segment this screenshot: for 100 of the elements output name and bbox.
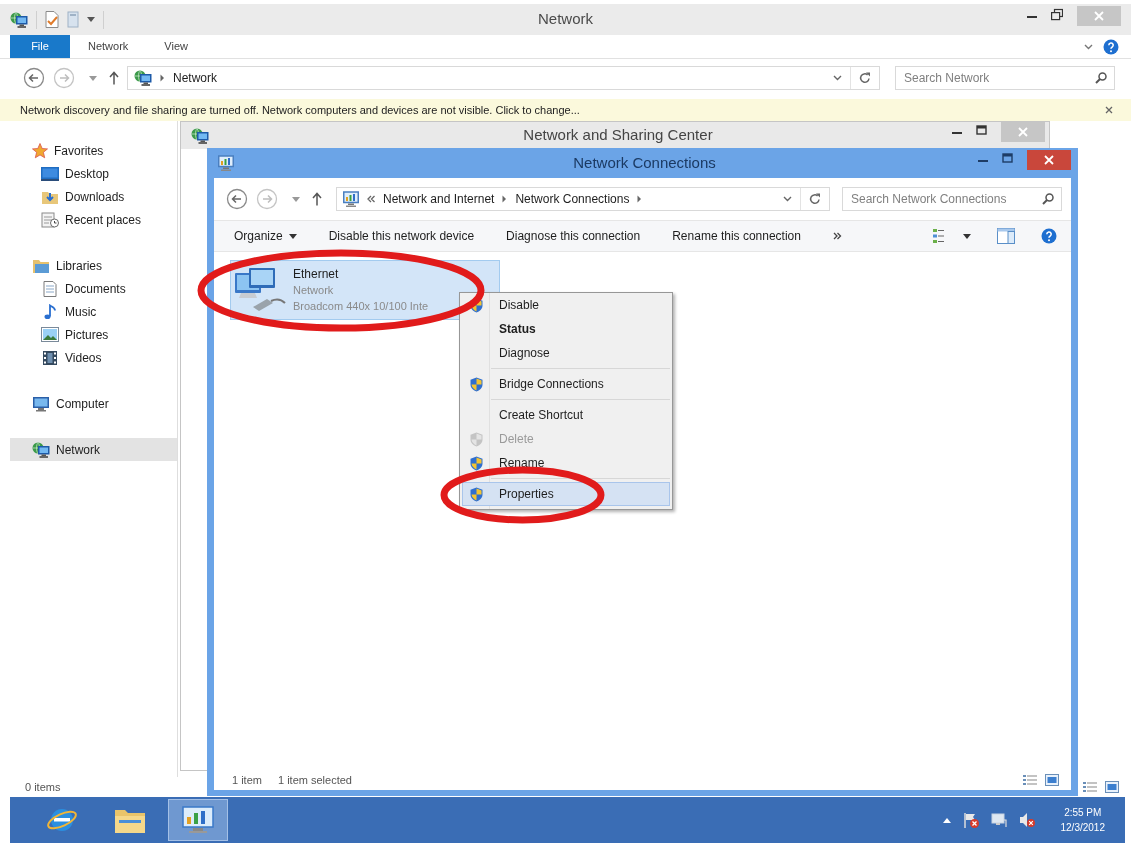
desktop-icon [41,166,59,181]
ribbon-tab[interactable]: Network [70,35,147,58]
chevron-down-icon[interactable] [1084,43,1093,50]
close-icon [1018,127,1028,137]
nav-item[interactable]: Videos [10,346,177,369]
flag-alert-icon[interactable] [962,812,979,828]
large-icons-view-icon[interactable] [1105,781,1119,793]
nav-item[interactable]: Computer [10,392,177,415]
help-icon[interactable] [1041,228,1057,244]
clock-time[interactable]: 2:55 PM [1064,805,1102,820]
address-bar[interactable]: Network [127,66,880,90]
ribbon-tab[interactable]: View [146,35,206,58]
connection-name: Ethernet [293,266,340,282]
film-icon [41,349,59,366]
search-field[interactable]: Search Network [895,66,1115,90]
refresh-icon[interactable] [859,72,871,84]
menu-item[interactable]: Create Shortcut [462,403,670,427]
breadcrumb-item[interactable]: Network and Internet [383,190,495,208]
search-field[interactable]: Search Network Connections [842,187,1062,211]
caret-icon[interactable] [963,233,971,239]
close-icon[interactable] [1105,106,1113,114]
close-button[interactable] [1027,150,1071,170]
ribbon-tab[interactable]: File [10,35,70,58]
monitor-icon[interactable] [990,812,1007,828]
document-check-icon[interactable] [45,11,59,28]
toolbar-command[interactable]: Rename this connection [672,227,801,245]
details-view-icon[interactable] [1083,781,1097,793]
menu-item[interactable]: Diagnose [462,341,670,365]
chevron-down-icon[interactable] [783,196,792,202]
shield-icon [469,486,483,502]
up-arrow-icon[interactable] [109,71,119,85]
details-view-icon[interactable] [1023,774,1037,786]
chevron-down-icon[interactable] [833,75,842,81]
status-text: 1 item [232,772,262,788]
menu-item[interactable]: Bridge Connections [462,372,670,396]
status-text: 1 item selected [277,772,352,788]
taskbar-app[interactable] [168,799,228,841]
chevron-right-icon [502,195,508,203]
monitor-icon [32,395,50,412]
chevron-up-icon[interactable] [942,817,951,823]
address-bar[interactable]: Network and Internet Network Connections [336,187,830,211]
search-icon [1095,72,1107,84]
nav-item[interactable]: Music [10,300,177,323]
close-icon [1094,11,1104,21]
control-panel-icon [218,155,234,171]
speaker-muted-icon[interactable] [1018,812,1035,828]
status-text: 0 items [25,779,61,795]
back-icon[interactable] [23,67,45,89]
network-icon [134,70,152,86]
menu-item[interactable]: Status [462,317,670,341]
nav-item[interactable]: Documents [10,277,177,300]
window-title: Network Connections [573,152,716,173]
menu-item[interactable]: Rename [462,451,670,475]
nav-item[interactable]: Pictures [10,323,177,346]
large-icons-view-icon[interactable] [1045,774,1059,786]
connection-device: Broadcom 440x 10/100 Inte [293,299,429,314]
nav-item[interactable]: Libraries [10,254,177,277]
nav-item[interactable]: Favorites [10,139,177,162]
shield-icon [469,376,483,392]
toolbar-command[interactable]: Organize [234,227,297,245]
picture-icon [41,327,59,342]
toolbar-command[interactable]: Disable this network device [328,227,475,245]
breadcrumb-item[interactable]: Network [173,69,217,87]
clock-date[interactable]: 12/3/2012 [1060,820,1105,835]
caret-icon [288,233,297,239]
document-icon [41,280,59,297]
shield-icon [469,297,483,313]
window-title: Network and Sharing Center [523,125,713,146]
network-icon [32,441,50,458]
breadcrumb-item[interactable]: Network Connections [515,190,630,208]
shield-icon [469,431,483,447]
control-panel-icon [182,805,214,835]
library-folder-icon [32,257,50,274]
menu-item[interactable]: Properties [462,482,670,506]
nav-item[interactable]: Recent places [10,208,177,231]
help-icon[interactable] [1103,38,1119,55]
connection-status: Network [293,283,335,298]
back-icon[interactable] [226,188,248,210]
window-title: Network [538,9,593,30]
network-icon [191,127,209,144]
chevron-right-icon [637,195,643,203]
info-bar-message[interactable]: Network discovery and file sharing are turned off. Network computers and devices are not visible. Click to change... [20,101,580,119]
caret-icon[interactable] [87,17,95,22]
search-icon [1042,193,1054,205]
up-arrow-icon[interactable] [312,192,322,206]
close-icon [1044,155,1054,165]
toolbar-command[interactable]: Diagnose this connection [506,227,641,245]
ethernet-icon [233,267,287,313]
nav-item[interactable]: Desktop [10,162,177,185]
control-panel-icon [343,191,359,207]
refresh-icon[interactable] [809,193,821,205]
double-chevron-right-icon[interactable] [832,232,842,240]
nav-item[interactable]: Network [10,438,177,461]
recent-document-icon [41,211,59,228]
star-icon [32,142,48,159]
info-bar[interactable]: Network discovery and file sharing are turned off. Network computers and devices are not visible. Click to change... [0,99,1131,121]
nav-item[interactable]: Downloads [10,185,177,208]
network-icon [10,11,28,28]
preview-pane-icon[interactable] [997,228,1015,244]
shield-icon [469,455,483,471]
